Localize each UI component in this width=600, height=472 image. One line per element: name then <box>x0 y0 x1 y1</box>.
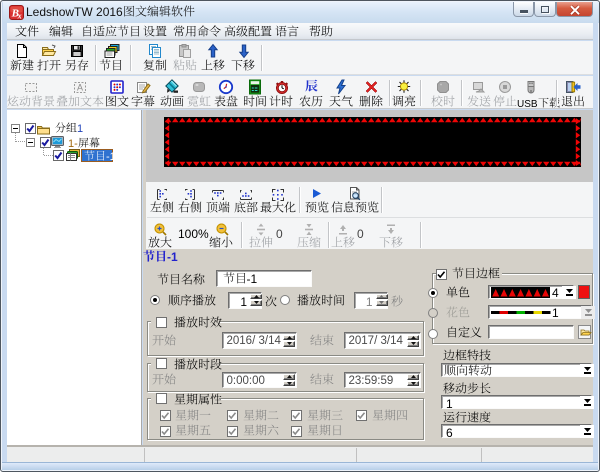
svg-text:x: x <box>17 12 22 21</box>
svg-text:A: A <box>77 83 83 93</box>
